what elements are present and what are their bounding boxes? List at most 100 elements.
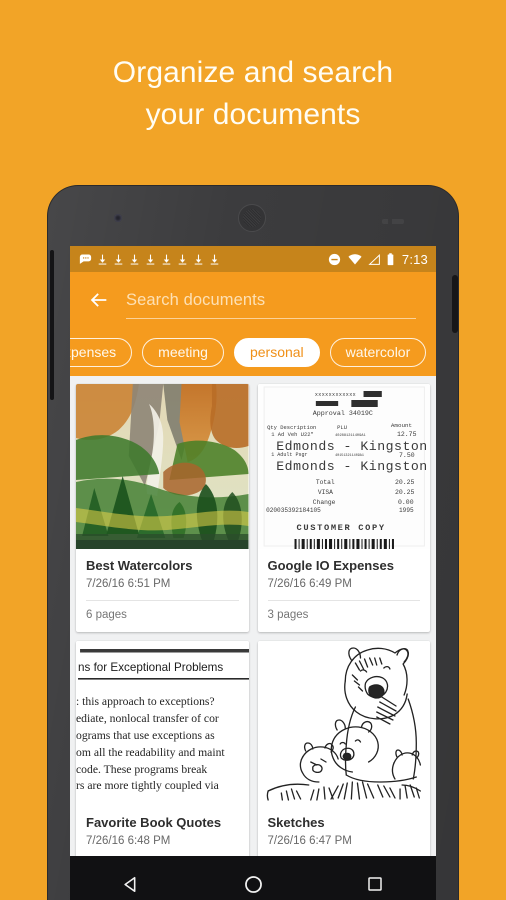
status-bar-clock: 7:13 bbox=[401, 251, 428, 267]
svg-text:ediate, nonlocal transfer of c: ediate, nonlocal transfer of cor bbox=[76, 712, 219, 725]
svg-text:1995: 1995 bbox=[399, 507, 414, 514]
document-title: Best Watercolors bbox=[86, 558, 193, 573]
svg-text:Approval 34019C: Approval 34019C bbox=[312, 409, 372, 417]
document-thumbnail-watercolor bbox=[76, 384, 249, 549]
receipt-scan-icon: xxxxxxxxxxxx Approval 34019C Qty Descrip… bbox=[257, 384, 430, 549]
svg-text:Edmonds - Kingston: Edmonds - Kingston bbox=[276, 459, 427, 474]
filter-chip-label: meeting bbox=[158, 344, 208, 360]
filter-chip-personal[interactable]: personal bbox=[233, 337, 320, 367]
filter-chip-label: xpenses bbox=[70, 344, 117, 360]
document-date: 7/26/16 6:48 PM bbox=[86, 835, 171, 847]
search-input[interactable]: Search documents bbox=[126, 283, 420, 319]
nav-home-button[interactable] bbox=[227, 864, 279, 900]
document-title: Sketches bbox=[267, 815, 325, 830]
download-icon bbox=[98, 254, 107, 265]
nav-back-button[interactable] bbox=[105, 864, 157, 900]
proximity-sensor-icon bbox=[382, 219, 404, 224]
svg-text:1 Ad Veh U22": 1 Ad Veh U22" bbox=[271, 431, 314, 438]
download-icon bbox=[178, 254, 187, 265]
svg-text:7.50: 7.50 bbox=[399, 452, 415, 459]
search-placeholder: Search documents bbox=[126, 290, 266, 309]
app-bar: Search documents xpenses meeting persona… bbox=[70, 272, 436, 376]
svg-text:code. These programs break: code. These programs break bbox=[76, 763, 207, 776]
back-triangle-icon bbox=[123, 876, 135, 892]
svg-text:0.00: 0.00 bbox=[398, 499, 414, 506]
promo-headline-line2: your documents bbox=[145, 98, 361, 131]
document-grid-area[interactable]: Best Watercolors 7/26/16 6:51 PM 6 pages… bbox=[70, 376, 436, 856]
document-meta: Google IO Expenses 7/26/16 6:49 PM 3 pag… bbox=[258, 549, 431, 632]
book-page-scan-icon: ns for Exceptional Problems : this appro… bbox=[76, 641, 249, 806]
svg-text:Total: Total bbox=[315, 479, 334, 486]
svg-text:: this approach to exceptions?: : this approach to exceptions? bbox=[76, 695, 215, 708]
bear-sketch-icon bbox=[257, 641, 430, 806]
document-meta: Best Watercolors 7/26/16 6:51 PM 6 pages bbox=[76, 549, 249, 632]
back-button[interactable] bbox=[86, 287, 112, 313]
document-meta: Sketches 7/26/16 6:47 PM 5 pages bbox=[258, 806, 431, 856]
wifi-icon bbox=[348, 253, 362, 264]
document-date: 7/26/16 6:51 PM bbox=[86, 578, 171, 590]
filter-chip-watercolor[interactable]: watercolor bbox=[329, 337, 427, 367]
filter-chip-meeting[interactable]: meeting bbox=[142, 337, 224, 367]
front-camera-icon bbox=[114, 214, 122, 222]
status-bar: 7:13 bbox=[70, 246, 436, 272]
home-circle-icon bbox=[244, 875, 262, 893]
messages-icon bbox=[79, 254, 92, 264]
document-card[interactable]: xxxxxxxxxxxx Approval 34019C Qty Descrip… bbox=[257, 384, 431, 632]
svg-text:12.75: 12.75 bbox=[397, 431, 417, 438]
svg-text:ns for Exceptional Problems: ns for Exceptional Problems bbox=[78, 662, 223, 674]
svg-text:020035392184105: 020035392184105 bbox=[266, 507, 321, 514]
download-icon bbox=[146, 254, 155, 265]
filter-chip-xpenses[interactable]: xpenses bbox=[70, 337, 133, 367]
svg-text:402881211409A1: 402881211409A1 bbox=[335, 434, 366, 438]
document-grid: Best Watercolors 7/26/16 6:51 PM 6 pages… bbox=[76, 384, 430, 856]
document-thumbnail-receipt: xxxxxxxxxxxx Approval 34019C Qty Descrip… bbox=[257, 384, 430, 549]
svg-text:20.25: 20.25 bbox=[394, 479, 414, 486]
svg-text:Amount: Amount bbox=[390, 422, 411, 429]
phone-screen: 7:13 Search documents xpenses meeting bbox=[70, 246, 436, 856]
search-underline bbox=[126, 318, 416, 319]
back-arrow-icon bbox=[90, 293, 107, 307]
phone-power-button[interactable] bbox=[452, 275, 458, 333]
status-bar-notification-icons bbox=[78, 252, 327, 267]
document-date: 7/26/16 6:49 PM bbox=[267, 578, 352, 590]
document-card[interactable]: Sketches 7/26/16 6:47 PM 5 pages bbox=[257, 641, 431, 856]
download-icon bbox=[194, 254, 203, 265]
battery-icon bbox=[387, 252, 394, 265]
download-icon bbox=[114, 254, 123, 265]
promo-headline: Organize and search your documents bbox=[0, 52, 506, 136]
document-card[interactable]: ns for Exceptional Problems : this appro… bbox=[76, 641, 249, 856]
svg-text:1 Adult Psgr: 1 Adult Psgr bbox=[271, 452, 307, 458]
promo-headline-line1: Organize and search bbox=[112, 56, 394, 89]
svg-text:ograms that use exceptions as: ograms that use exceptions as bbox=[76, 729, 215, 742]
svg-text:Qty Description: Qty Description bbox=[267, 424, 316, 431]
document-thumbnail-book-page: ns for Exceptional Problems : this appro… bbox=[76, 641, 249, 806]
filter-chip-label: personal bbox=[249, 344, 304, 360]
svg-text:om all the readability and mai: om all the readability and maint bbox=[76, 746, 225, 759]
svg-text:rs are more tightly coupled vi: rs are more tightly coupled via bbox=[76, 779, 219, 792]
filter-chip-label: watercolor bbox=[345, 344, 411, 360]
svg-text:Change: Change bbox=[312, 499, 335, 506]
phone-volume-button[interactable] bbox=[50, 250, 54, 400]
status-bar-system-icons: 7:13 bbox=[327, 252, 428, 267]
document-title: Favorite Book Quotes bbox=[86, 815, 222, 830]
svg-text:VISA: VISA bbox=[317, 489, 332, 496]
document-page-count: 6 pages bbox=[86, 600, 239, 622]
android-navigation-bar bbox=[70, 856, 436, 900]
document-thumbnail-sketch bbox=[257, 641, 430, 806]
document-meta: Favorite Book Quotes 7/26/16 6:48 PM 4 p… bbox=[76, 806, 249, 856]
signal-icon bbox=[368, 253, 380, 265]
document-card[interactable]: Best Watercolors 7/26/16 6:51 PM 6 pages bbox=[76, 384, 249, 632]
nav-recents-button[interactable] bbox=[349, 864, 401, 900]
recents-square-icon bbox=[368, 877, 382, 891]
svg-text:xxxxxxxxxxxx: xxxxxxxxxxxx bbox=[314, 392, 355, 398]
download-icon bbox=[210, 254, 219, 265]
svg-text:PLU: PLU bbox=[337, 424, 347, 431]
svg-text:CUSTOMER COPY: CUSTOMER COPY bbox=[296, 523, 385, 533]
do-not-disturb-icon bbox=[328, 253, 341, 265]
download-icon bbox=[130, 254, 139, 265]
document-page-count: 3 pages bbox=[267, 600, 420, 622]
earpiece-speaker bbox=[238, 204, 266, 232]
filter-chip-row[interactable]: xpenses meeting personal watercolor bbox=[70, 328, 436, 376]
svg-text:401513211409A1: 401513211409A1 bbox=[335, 454, 364, 458]
watercolor-landscape-icon bbox=[76, 384, 249, 549]
